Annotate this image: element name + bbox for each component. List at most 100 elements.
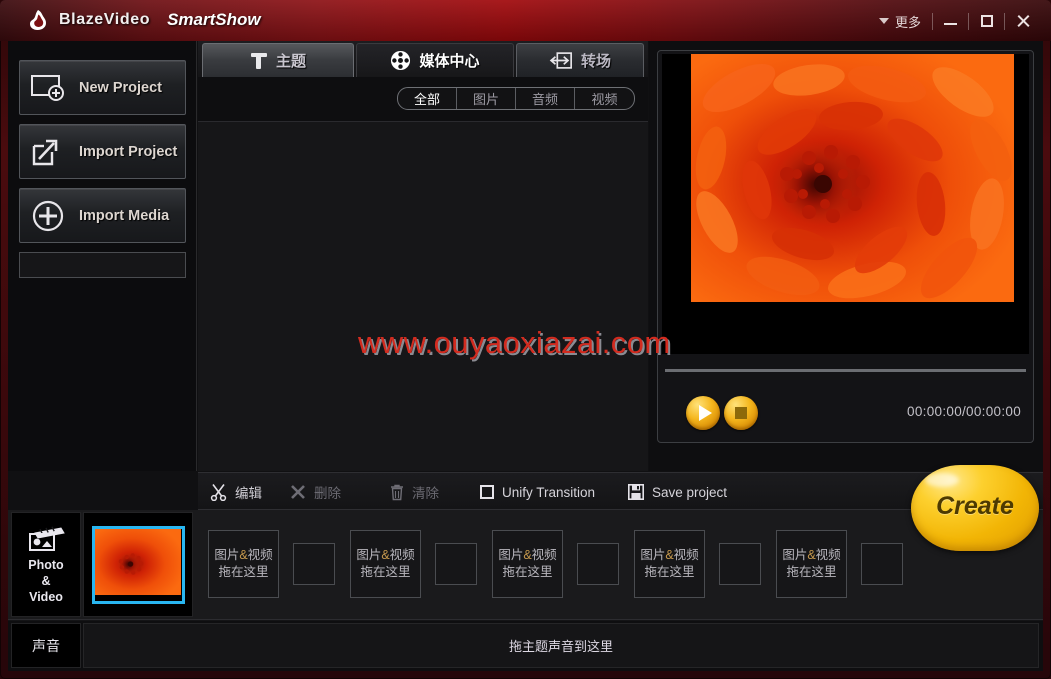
drop-slot-line1: 图片&视频 xyxy=(356,547,414,564)
save-project-button[interactable]: Save project xyxy=(628,482,727,502)
transport-controls: 00:00:00/00:00:00 xyxy=(666,391,1027,435)
transition-slot[interactable] xyxy=(719,543,761,585)
divider xyxy=(932,12,933,30)
transition-slot[interactable] xyxy=(293,543,335,585)
center-panel: 主题 媒体中心 转场 全部 图片 音频 视频 xyxy=(198,41,648,471)
drop-suffix: 视频 xyxy=(815,548,841,562)
divider xyxy=(1004,12,1005,30)
tab-transition[interactable]: 转场 xyxy=(516,43,644,77)
audio-track-label: 声音 xyxy=(32,637,60,654)
sidebar-empty-panel xyxy=(19,252,186,278)
drop-slot[interactable]: 图片&视频 拖在这里 xyxy=(634,530,705,598)
drop-slot[interactable]: 图片&视频 拖在这里 xyxy=(492,530,563,598)
more-menu-label: 更多 xyxy=(894,14,921,30)
drop-slot-line1: 图片&视频 xyxy=(782,547,840,564)
drop-slot-line2: 拖在这里 xyxy=(218,565,269,579)
import-project-label: Import Project xyxy=(79,143,178,160)
preview-image xyxy=(691,54,1014,302)
play-button[interactable] xyxy=(686,396,720,430)
edit-button-label: 编辑 xyxy=(235,486,262,501)
new-project-icon xyxy=(31,74,64,101)
drop-suffix: 视频 xyxy=(531,548,557,562)
drop-slot-line2: 拖在这里 xyxy=(360,565,411,579)
stop-icon xyxy=(735,407,747,419)
filter-video[interactable]: 视频 xyxy=(575,88,634,109)
maximize-button[interactable] xyxy=(970,10,1003,32)
new-project-label: New Project xyxy=(79,79,162,96)
drop-slot-line2: 拖在这里 xyxy=(786,565,837,579)
drop-slot[interactable]: 图片&视频 拖在这里 xyxy=(208,530,279,598)
tab-theme-label: 主题 xyxy=(275,53,306,70)
drop-prefix: 图片 xyxy=(214,548,240,562)
seek-bar[interactable] xyxy=(665,369,1026,372)
drop-slot-line1: 图片&视频 xyxy=(214,547,272,564)
checkbox-icon xyxy=(480,485,494,499)
brand-logo-group: BlazeVideo SmartShow xyxy=(27,9,261,31)
delete-button-label: 删除 xyxy=(314,486,341,501)
clear-button-label: 清除 xyxy=(412,486,439,501)
photo-video-label-line2: & xyxy=(41,573,51,588)
tab-media-center[interactable]: 媒体中心 xyxy=(356,43,514,77)
import-project-icon xyxy=(32,139,58,165)
video-player: 00:00:00/00:00:00 xyxy=(657,50,1034,443)
save-project-label: Save project xyxy=(652,484,728,500)
audio-drop-zone[interactable]: 拖主题声音到这里 xyxy=(83,623,1039,668)
scissors-icon xyxy=(210,484,227,501)
media-library-canvas[interactable] xyxy=(198,121,648,471)
film-reel-icon xyxy=(391,50,411,71)
delete-button[interactable]: 删除 xyxy=(290,482,341,502)
transition-slot[interactable] xyxy=(435,543,477,585)
x-close-icon xyxy=(291,485,305,499)
drop-slot[interactable]: 图片&视频 拖在这里 xyxy=(776,530,847,598)
drop-amp: & xyxy=(523,548,532,562)
transition-slot[interactable] xyxy=(861,543,903,585)
edit-button[interactable]: 编辑 xyxy=(210,482,262,502)
floppy-save-icon xyxy=(628,484,644,500)
drop-slot[interactable]: 图片&视频 拖在这里 xyxy=(350,530,421,598)
preview-panel: 00:00:00/00:00:00 xyxy=(649,41,1043,471)
filter-audio[interactable]: 音频 xyxy=(516,88,575,109)
drop-prefix: 图片 xyxy=(782,548,808,562)
drop-slot-line2: 拖在这里 xyxy=(502,565,553,579)
transition-slot[interactable] xyxy=(577,543,619,585)
drop-slot-line1: 图片&视频 xyxy=(498,547,556,564)
timeline: Photo & Video 图片&视频 拖在这里 图片&视频 拖在这里 图片&视… xyxy=(8,510,1043,671)
timeline-clip-slot[interactable] xyxy=(83,512,193,617)
new-project-button[interactable]: New Project xyxy=(19,60,186,115)
video-stage xyxy=(662,54,1029,354)
main-body: New Project Import Project Import Media xyxy=(8,41,1043,671)
tab-theme[interactable]: 主题 xyxy=(202,43,354,77)
more-menu-button[interactable]: 更多 xyxy=(878,12,931,31)
photo-video-track: Photo & Video 图片&视频 拖在这里 图片&视频 拖在这里 图片&视… xyxy=(8,510,1043,620)
chevron-down-icon xyxy=(878,18,889,24)
filter-image[interactable]: 图片 xyxy=(457,88,516,109)
unify-transition-checkbox[interactable]: Unify Transition xyxy=(480,482,595,502)
audio-track: 声音 拖主题声音到这里 xyxy=(8,621,1043,671)
close-button[interactable] xyxy=(1006,10,1039,32)
create-button-label: Create xyxy=(936,491,1014,520)
filter-all[interactable]: 全部 xyxy=(398,88,457,109)
timecode-display: 00:00:00/00:00:00 xyxy=(907,404,1021,419)
timeline-clip-thumbnail[interactable] xyxy=(91,525,185,604)
unify-transition-label: Unify Transition xyxy=(502,484,596,500)
text-t-icon xyxy=(250,52,268,70)
drop-suffix: 视频 xyxy=(673,548,699,562)
brand-name-primary: BlazeVideo xyxy=(59,11,151,28)
clear-button[interactable]: 清除 xyxy=(390,482,439,502)
clapperboard-icon xyxy=(29,525,65,551)
drop-amp: & xyxy=(239,548,248,562)
tab-strip: 主题 媒体中心 转场 xyxy=(198,41,648,77)
stop-button[interactable] xyxy=(724,396,758,430)
drop-amp: & xyxy=(807,548,816,562)
divider xyxy=(968,12,969,30)
drop-suffix: 视频 xyxy=(247,548,273,562)
drop-slot-line2: 拖在这里 xyxy=(644,565,695,579)
photo-video-track-header: Photo & Video xyxy=(11,512,81,617)
minimize-button[interactable] xyxy=(934,10,967,32)
minimize-icon xyxy=(944,23,957,25)
brand-name-secondary: SmartShow xyxy=(167,10,261,29)
import-project-button[interactable]: Import Project xyxy=(19,124,186,179)
title-bar: BlazeVideo SmartShow 更多 xyxy=(0,0,1051,41)
create-button[interactable]: Create xyxy=(911,465,1039,551)
import-media-button[interactable]: Import Media xyxy=(19,188,186,243)
